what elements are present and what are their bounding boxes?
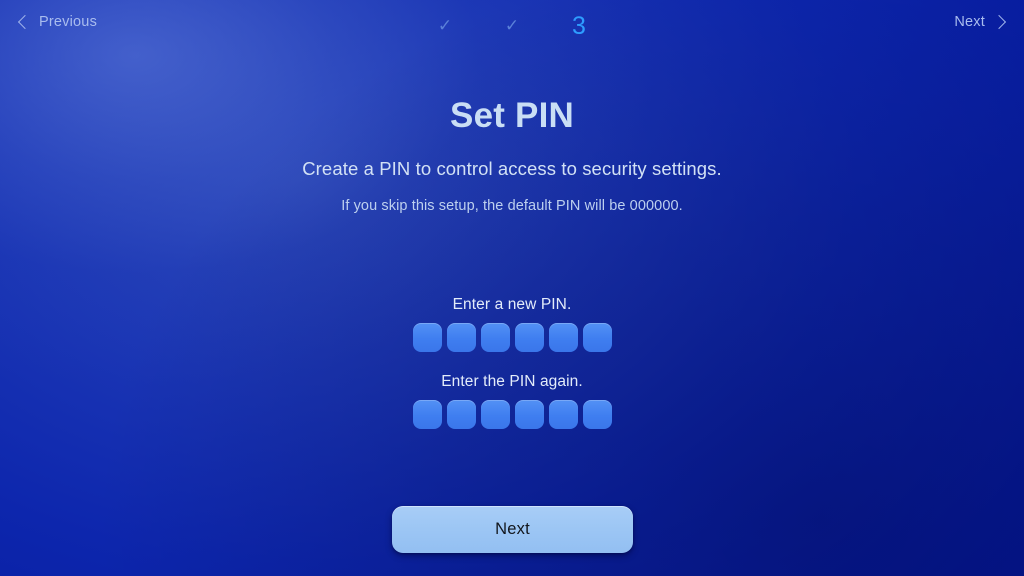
confirm-pin-input[interactable] (0, 400, 1024, 429)
new-pin-digit-2[interactable] (446, 323, 476, 352)
step-indicator: ✓ ✓ 3 (0, 10, 1024, 42)
new-pin-label: Enter a new PIN. (452, 296, 572, 313)
page-title: Set PIN (450, 96, 574, 135)
confirm-pin-digit-5[interactable] (548, 400, 578, 429)
confirm-pin-digit-3[interactable] (480, 400, 510, 429)
new-pin-digit-5[interactable] (548, 323, 578, 352)
step-indicator-2-complete: ✓ (504, 16, 520, 35)
new-pin-digit-6[interactable] (582, 323, 612, 352)
confirm-pin-digit-6[interactable] (582, 400, 612, 429)
setup-wizard-screen: Previous ✓ ✓ 3 Next Set PIN Create a PIN… (0, 0, 1024, 576)
step-indicator-1-complete: ✓ (437, 16, 453, 35)
next-nav-button-label: Next (954, 14, 985, 30)
confirm-pin-digit-2[interactable] (446, 400, 476, 429)
new-pin-digit-3[interactable] (480, 323, 510, 352)
confirm-pin-label: Enter the PIN again. (441, 373, 583, 390)
wizard-topbar: Previous ✓ ✓ 3 Next (0, 0, 1024, 50)
new-pin-digit-1[interactable] (412, 323, 442, 352)
step-indicator-3-current: 3 (572, 12, 586, 40)
confirm-pin-digit-4[interactable] (514, 400, 544, 429)
new-pin-input[interactable] (0, 323, 1024, 352)
default-pin-note: If you skip this setup, the default PIN … (341, 198, 683, 214)
chevron-right-icon (991, 14, 1007, 30)
page-subtitle: Create a PIN to control access to securi… (302, 158, 722, 179)
next-nav-button[interactable]: Next (954, 14, 1007, 30)
new-pin-digit-4[interactable] (514, 323, 544, 352)
next-button[interactable]: Next (392, 506, 633, 553)
new-pin-section: Enter a new PIN. (0, 296, 1024, 352)
confirm-pin-digit-1[interactable] (412, 400, 442, 429)
confirm-pin-section: Enter the PIN again. (0, 373, 1024, 429)
